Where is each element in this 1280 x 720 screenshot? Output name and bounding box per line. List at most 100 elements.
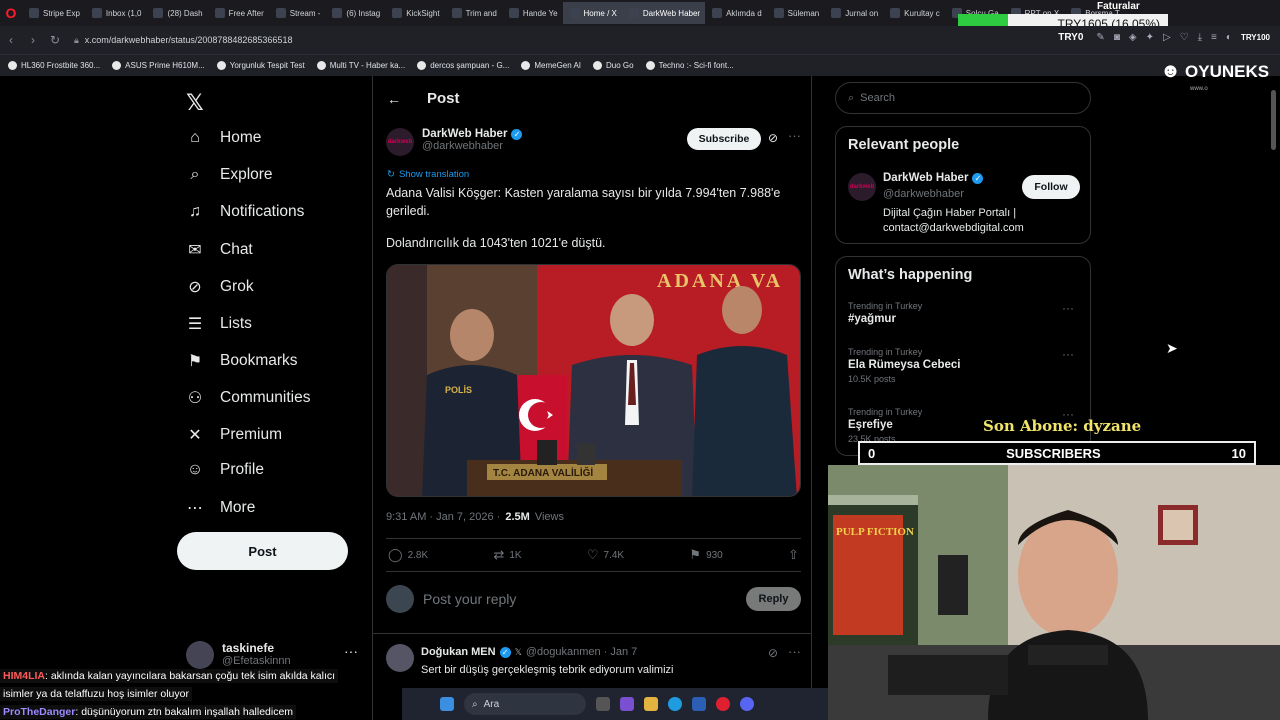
trend-more-icon[interactable]: ··· [1062, 347, 1074, 361]
reload-icon[interactable]: ↻ [44, 33, 66, 47]
trend-more-icon[interactable]: ··· [1062, 301, 1074, 315]
bookmark-item[interactable]: MemeGen AI [521, 61, 581, 70]
bookmark-item[interactable]: ASUS Prime H610M... [112, 61, 205, 70]
nav-item-profile[interactable]: ☺ Profile [186, 461, 264, 479]
author-handle[interactable]: @darkwebhaber [422, 140, 522, 152]
bookmark-favicon-icon [112, 61, 122, 70]
bookmark-item[interactable]: HL360 Frostbite 360... [8, 61, 100, 70]
x-logo-icon[interactable]: 𝕏 [186, 90, 204, 116]
subscribe-button[interactable]: Subscribe [687, 128, 761, 150]
post-image[interactable]: ADANA VA POLİS T.C. ADANA VALİLİĞİ [386, 264, 801, 497]
nav-item-bookmarks[interactable]: ⚑ Bookmarks [186, 351, 298, 371]
browser-tab[interactable]: Aklımda d [705, 2, 767, 24]
tab-label: Aklımda d [726, 8, 762, 18]
grok-icon[interactable]: ⊘ [768, 131, 778, 145]
bookmark-item[interactable]: Duo Go [593, 61, 634, 70]
comment-author[interactable]: Doğukan MEN [421, 646, 496, 658]
relevant-person-name[interactable]: DarkWeb Haber [883, 172, 968, 184]
bookmark-item[interactable]: Yorgunluk Tespit Test [216, 61, 305, 70]
browser-tab[interactable]: Kurultay c [883, 2, 945, 24]
nav-item-home[interactable]: ⌂ Home [186, 129, 261, 147]
nav-item-notifications[interactable]: ♫ Notifications [186, 203, 304, 221]
relevant-person-handle[interactable]: @darkwebhaber [883, 188, 964, 200]
browser-tab[interactable]: Hande Ye [502, 2, 563, 24]
download-icon[interactable]: ⤓ [1198, 32, 1202, 43]
follow-button[interactable]: Follow [1022, 175, 1080, 199]
author-avatar[interactable]: darkweb [386, 128, 414, 156]
comment-grok-icon[interactable]: ⊘ [768, 646, 778, 660]
post-button[interactable]: Post [177, 532, 348, 570]
reply-button[interactable]: Reply [746, 587, 801, 611]
bookmark-action[interactable]: ⚑ 930 [689, 547, 722, 563]
nav-item-lists[interactable]: ☰ Lists [186, 314, 252, 334]
camera-icon[interactable]: ◙ [1114, 32, 1120, 43]
browser-tab[interactable]: (6) Instag [325, 2, 385, 24]
heart-icon[interactable]: ♡ [1180, 32, 1189, 43]
browser-tab[interactable]: Stream - [269, 2, 326, 24]
url-field[interactable]: 🔒︎ x.com/darkwebhaber/status/20087884826… [74, 35, 292, 46]
nav-item-communities[interactable]: ⚇ Communities [186, 388, 311, 408]
nav-item-premium[interactable]: ✕ Premium [186, 425, 282, 445]
extension-icon[interactable]: ✦ [1146, 32, 1154, 43]
browser-tab[interactable]: Free After [208, 2, 269, 24]
verified-badge-icon: ✓ [511, 128, 523, 140]
account-switcher[interactable]: taskinefe @Efetaskinnn [186, 641, 291, 669]
edge-icon[interactable] [668, 697, 682, 711]
opera-taskbar-icon[interactable] [716, 697, 730, 711]
search-input[interactable]: ⌕ Search [835, 82, 1091, 114]
browser-tab[interactable]: Jurnal on [824, 2, 883, 24]
play-icon[interactable]: ▷ [1163, 32, 1171, 43]
like-action[interactable]: ♡ 7.4K [587, 547, 624, 563]
nav-item-explore[interactable]: ⌕ Explore [186, 166, 273, 184]
reply-input[interactable]: Post your reply [423, 591, 746, 607]
discord-icon[interactable] [740, 697, 754, 711]
comment-handle[interactable]: @dogukanmen · Jan 7 [526, 646, 637, 658]
edit-icon[interactable]: ✎ [1096, 32, 1104, 43]
task-view-icon[interactable] [596, 697, 610, 711]
nav-item-more[interactable]: ⋯ More [186, 498, 255, 518]
post-more-icon[interactable]: ··· [788, 128, 801, 143]
profile-icon[interactable]: ◐ [1226, 32, 1232, 43]
share-action[interactable]: ⇧ [788, 547, 799, 563]
browser-tab[interactable]: Home / X [562, 2, 622, 24]
bookmark-item[interactable]: dercos şampuan - G... [417, 61, 509, 70]
windows-start-icon[interactable] [440, 697, 454, 711]
bookmark-count: 930 [706, 549, 723, 561]
browser-tab[interactable]: KickSight [385, 2, 444, 24]
nav-item-grok[interactable]: ⊘ Grok [186, 277, 253, 297]
repost-action[interactable]: ⇄ 1K [493, 547, 521, 563]
post-author[interactable]: darkweb DarkWeb Haber ✓ @darkwebhaber [386, 128, 523, 156]
opera-logo-icon[interactable]: O [0, 0, 22, 26]
menu-icon[interactable]: ≡ [1211, 32, 1217, 43]
trend-item[interactable]: Trending in Turkey Ela Rümeysa Cebeci 10.5… [848, 347, 1080, 384]
bookmark-item[interactable]: Multi TV - Haber ka... [316, 61, 405, 70]
taskbar-search[interactable]: ⌕ Ara [464, 693, 586, 715]
show-translation-link[interactable]: ↻ Show translation [387, 169, 469, 180]
account-more-icon[interactable]: ··· [344, 643, 358, 659]
reply-action[interactable]: ◯ 2.8K [388, 547, 428, 563]
trend-title: #yağmur [848, 313, 896, 325]
copilot-icon[interactable] [620, 697, 634, 711]
file-explorer-icon[interactable] [644, 697, 658, 711]
trend-item[interactable]: Trending in Turkey #yağmur ··· [848, 301, 1080, 325]
back-arrow-icon[interactable]: ← [387, 91, 401, 107]
browser-tab[interactable]: (28) Dash [146, 2, 207, 24]
browser-tab[interactable]: Stripe Exp [22, 2, 85, 24]
nav-item-chat[interactable]: ✉ Chat [186, 240, 252, 260]
comment-more-icon[interactable]: ··· [788, 644, 801, 659]
whats-happening-title: What’s happening [848, 267, 973, 283]
forward-nav-icon[interactable]: › [22, 33, 44, 47]
browser-tab[interactable]: Trim and [445, 2, 502, 24]
back-nav-icon[interactable]: ‹ [0, 33, 22, 47]
browser-tab[interactable]: DarkWeb Haber [621, 2, 706, 24]
browser-tab[interactable]: Inbox (1,0 [85, 2, 147, 24]
browser-tab[interactable]: Süleman [767, 2, 825, 24]
like-count: 7.4K [603, 549, 625, 561]
bookmark-item[interactable]: Techno :- Sci-fi font... [645, 61, 734, 70]
post-time[interactable]: 9:31 AM · Jan 7, 2026 · [386, 511, 500, 523]
relevant-person-avatar[interactable]: darkweb [848, 173, 876, 201]
shield-icon[interactable]: ◈ [1129, 32, 1137, 43]
page-scrollbar[interactable] [1271, 90, 1276, 150]
store-icon[interactable] [692, 697, 706, 711]
author-name[interactable]: DarkWeb Haber [422, 128, 507, 140]
